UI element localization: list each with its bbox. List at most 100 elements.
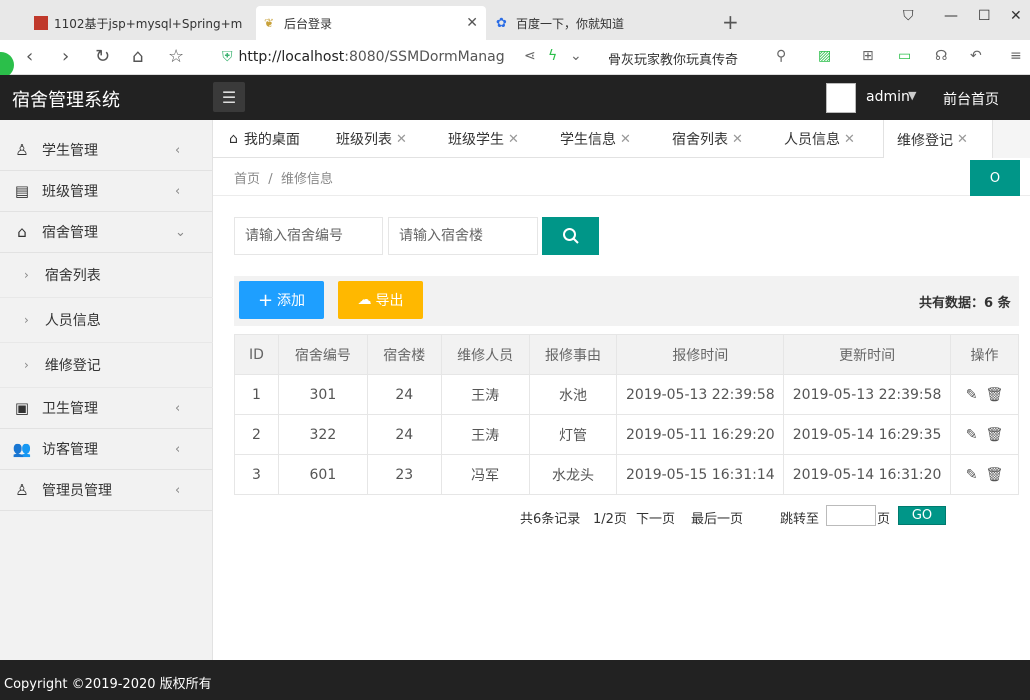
pager-next-link[interactable]: 下一页 xyxy=(636,508,675,527)
extension-icon[interactable]: ▨ xyxy=(818,48,831,64)
back-icon[interactable]: ‹ xyxy=(26,46,33,67)
sidebar-subitem-dorm-list[interactable]: › 宿舍列表 xyxy=(0,253,213,298)
close-icon[interactable]: ✕ xyxy=(844,132,855,147)
close-icon[interactable]: ✕ xyxy=(957,132,968,147)
tab-staff-info[interactable]: 人员信息 ✕ xyxy=(784,120,855,158)
breadcrumb-home[interactable]: 首页 xyxy=(234,172,260,187)
building-input[interactable] xyxy=(388,217,538,255)
close-icon[interactable]: ✕ xyxy=(620,132,631,147)
add-button[interactable]: + 添加 xyxy=(239,281,324,319)
export-button[interactable]: ☁ 导出 xyxy=(338,281,423,319)
forward-icon[interactable]: › xyxy=(62,46,69,67)
cell: 2019-05-13 22:39:58 xyxy=(783,374,952,415)
browser-tab-project[interactable]: 1102基于jsp+mysql+Spring+m xyxy=(26,6,254,40)
minimize-icon[interactable]: — xyxy=(944,8,958,24)
maximize-icon[interactable]: ☐ xyxy=(978,8,991,24)
sidebar-item-admins[interactable]: ♙ 管理员管理 ‹ xyxy=(0,470,213,511)
cell: 水龙头 xyxy=(528,454,618,495)
tab-label: 维修登记 xyxy=(897,132,953,149)
tab-class-students[interactable]: 班级学生 ✕ xyxy=(448,120,519,158)
cell: 24 xyxy=(366,414,442,455)
avatar[interactable] xyxy=(826,83,856,113)
share-icon[interactable]: ⋖ xyxy=(524,48,536,64)
cell: 2019-05-11 16:29:20 xyxy=(616,414,785,455)
cell: 23 xyxy=(366,454,442,495)
search-button[interactable] xyxy=(542,217,599,255)
column-header: 报修事由 xyxy=(528,334,618,375)
document-icon: ▤ xyxy=(14,182,30,200)
sidebar-subitem-repair[interactable]: › 维修登记 xyxy=(0,343,213,388)
home-icon: ⌂ xyxy=(229,131,238,147)
menu-icon[interactable]: ≡ xyxy=(1010,48,1022,64)
search-hint[interactable]: 骨灰玩家教你玩真传奇 xyxy=(608,49,738,68)
column-header: 报修时间 xyxy=(616,334,785,375)
export-label: 导出 xyxy=(375,293,404,309)
trash-icon[interactable]: 🗑 xyxy=(985,427,1003,443)
undo-icon[interactable]: ↶ xyxy=(970,48,982,64)
table-header-row: ID 宿舍编号 宿舍楼 维修人员 报修事由 报修时间 更新时间 操作 xyxy=(234,334,1019,375)
browser-tab-title: 后台登录 xyxy=(284,16,333,31)
tab-desktop[interactable]: ⌂ 我的桌面 xyxy=(229,120,300,158)
cell: 1 xyxy=(234,374,279,415)
search-icon[interactable]: ⚲ xyxy=(776,48,786,64)
edit-icon[interactable]: ✎ xyxy=(966,427,978,443)
sidebar-item-students[interactable]: ♙ 学生管理 ‹ xyxy=(0,130,213,171)
pager-last-link[interactable]: 最后一页 xyxy=(691,508,743,527)
front-home-link[interactable]: 前台首页 xyxy=(943,89,999,109)
edit-icon[interactable]: ✎ xyxy=(966,467,978,483)
tab-class-list[interactable]: 班级列表 ✕ xyxy=(336,120,407,158)
browser-tab-baidu[interactable]: ✿ 百度一下，你就知道 xyxy=(488,6,716,40)
menu-toggle-button[interactable]: ☰ xyxy=(213,82,245,112)
close-icon[interactable]: ✕ xyxy=(732,132,743,147)
close-tab-icon[interactable]: ✕ xyxy=(466,15,478,31)
browser-tab-login[interactable]: ❦ 后台登录 ✕ xyxy=(256,6,486,40)
sidebar-item-label: 卫生管理 xyxy=(42,401,98,417)
sidebar-item-label: 班级管理 xyxy=(42,184,98,200)
refresh-button[interactable]: O xyxy=(970,160,1020,196)
baidu-paw-icon: ✿ xyxy=(496,16,507,31)
search-icon xyxy=(562,228,579,244)
battery-icon[interactable]: ▭ xyxy=(898,48,911,64)
headphone-icon[interactable]: ☊ xyxy=(935,48,947,64)
cell: 2019-05-14 16:31:20 xyxy=(783,454,952,495)
tab-dorm-list[interactable]: 宿舍列表 ✕ xyxy=(672,120,743,158)
sidebar-item-hygiene[interactable]: ▣ 卫生管理 ‹ xyxy=(0,388,213,429)
tab-student-info[interactable]: 学生信息 ✕ xyxy=(560,120,631,158)
new-tab-button[interactable]: + xyxy=(722,10,739,34)
dropdown-chevron-icon[interactable]: ⌄ xyxy=(570,48,582,64)
edit-icon[interactable]: ✎ xyxy=(966,387,978,403)
trash-icon[interactable]: 🗑 xyxy=(985,467,1003,483)
tab-label: 我的桌面 xyxy=(243,132,300,148)
tab-repair[interactable]: 维修登记 ✕ xyxy=(883,120,993,159)
address-bar[interactable]: ⛨ http://localhost :8080/SSMDormManag xyxy=(222,44,522,70)
browser-tab-title: 百度一下，你就知道 xyxy=(516,16,625,31)
user-name[interactable]: admin xyxy=(866,89,910,105)
page-jump-input[interactable] xyxy=(826,505,876,526)
cell: 322 xyxy=(277,414,368,455)
sidebar-item-classes[interactable]: ▤ 班级管理 ‹ xyxy=(0,171,213,212)
caret-down-icon[interactable]: ▼ xyxy=(908,89,916,102)
shirt-icon[interactable]: ⛉ xyxy=(903,8,914,24)
pager-page-unit: 页 xyxy=(877,512,891,527)
sidebar-subitem-label: 维修登记 xyxy=(44,358,101,374)
apps-icon[interactable]: ⊞ xyxy=(862,48,874,64)
go-button[interactable]: GO xyxy=(898,506,946,525)
lightning-icon[interactable]: ϟ xyxy=(548,48,557,64)
sidebar-item-dorms[interactable]: ⌂ 宿舍管理 ⌄ xyxy=(0,212,213,253)
home-icon[interactable]: ⌂ xyxy=(132,46,143,67)
reload-icon[interactable]: ↻ xyxy=(95,46,110,67)
bookmark-star-icon[interactable]: ☆ xyxy=(168,46,184,67)
repair-table: ID 宿舍编号 宿舍楼 维修人员 报修事由 报修时间 更新时间 操作 1 301… xyxy=(234,334,1019,495)
close-icon[interactable]: ✕ xyxy=(508,132,519,147)
close-window-icon[interactable]: ✕ xyxy=(1010,8,1022,24)
close-icon[interactable]: ✕ xyxy=(396,132,407,147)
project-favicon-icon xyxy=(34,16,48,30)
dorm-no-input[interactable] xyxy=(234,217,383,255)
sidebar-item-visitors[interactable]: 👥 访客管理 ‹ xyxy=(0,429,213,470)
sidebar-subitem-staff[interactable]: › 人员信息 xyxy=(0,298,213,343)
tab-label: 宿舍列表 xyxy=(672,132,728,148)
add-label: 添加 xyxy=(277,293,306,309)
tab-label: 班级学生 xyxy=(448,132,504,148)
cell-actions: ✎ 🗑 xyxy=(950,414,1019,455)
trash-icon[interactable]: 🗑 xyxy=(985,387,1003,403)
